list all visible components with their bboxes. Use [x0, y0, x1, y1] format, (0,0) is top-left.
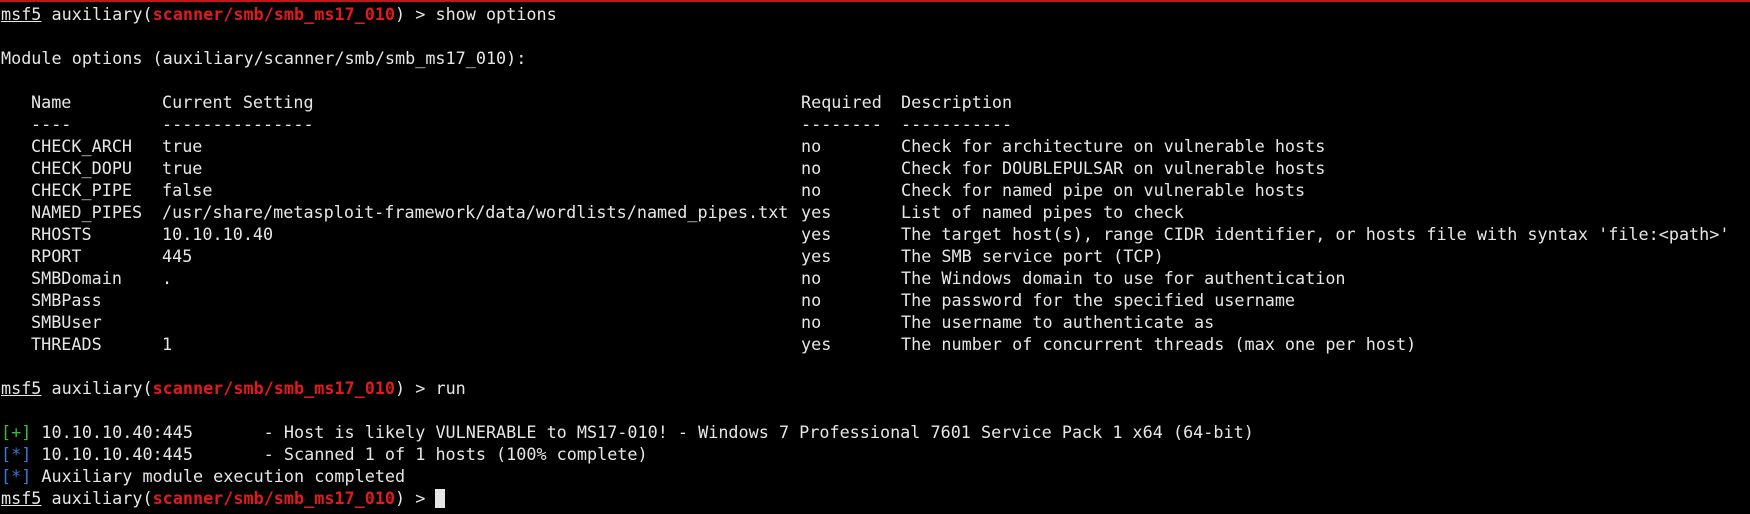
- text-cursor[interactable]: [435, 489, 446, 508]
- separator-required: --------: [801, 114, 882, 134]
- table-row: SMBUser no The username to authenticate …: [1, 311, 1750, 333]
- option-setting: true: [162, 158, 203, 178]
- option-description: Check for named pipe on vulnerable hosts: [901, 180, 1306, 200]
- option-setting: false: [162, 180, 213, 200]
- output-text: 10.10.10.40:445 - Host is likely VULNERA…: [31, 422, 1254, 442]
- option-required: yes: [801, 224, 832, 244]
- prompt-module-path: scanner/smb/smb_ms17_010: [152, 488, 396, 508]
- option-required: no: [801, 268, 822, 288]
- option-name: CHECK_PIPE: [31, 180, 133, 200]
- prompt-label: msf5: [1, 378, 42, 398]
- option-name: SMBDomain: [31, 268, 122, 288]
- table-row: CHECK_DOPU true no Check for DOUBLEPULSA…: [1, 157, 1750, 179]
- option-required: no: [801, 158, 822, 178]
- prompt-label: msf5: [1, 488, 42, 508]
- separator-current-setting: ---------------: [162, 114, 314, 134]
- option-name: CHECK_ARCH: [31, 136, 133, 156]
- option-description: List of named pipes to check: [901, 202, 1184, 222]
- command-text: run: [435, 378, 466, 398]
- table-row: THREADS 1 yes The number of concurrent t…: [1, 333, 1750, 355]
- prompt-line-show-options: msf5 auxiliary(scanner/smb/smb_ms17_010)…: [1, 3, 1750, 25]
- option-description: The password for the specified username: [901, 290, 1296, 310]
- option-name: SMBPass: [31, 290, 102, 310]
- option-description: The username to authenticate as: [901, 312, 1215, 332]
- option-description: Check for DOUBLEPULSAR on vulnerable hos…: [901, 158, 1326, 178]
- option-required: no: [801, 136, 822, 156]
- output-line-vulnerable: [+] 10.10.10.40:445 - Host is likely VUL…: [1, 421, 1750, 443]
- separator-name: ----: [31, 114, 72, 134]
- options-table-separator: ---- --------------- -------- ----------…: [1, 113, 1750, 135]
- option-required: yes: [801, 202, 832, 222]
- command-text: show options: [435, 4, 557, 24]
- module-options-heading: Module options (auxiliary/scanner/smb/sm…: [1, 48, 527, 68]
- option-setting: .: [162, 268, 173, 288]
- option-description: The Windows domain to use for authentica…: [901, 268, 1346, 288]
- header-name: Name: [31, 92, 72, 112]
- option-setting: 10.10.10.40: [162, 224, 274, 244]
- option-name: NAMED_PIPES: [31, 202, 143, 222]
- info-marker: [*]: [1, 444, 32, 464]
- prompt-label: msf5: [1, 4, 42, 24]
- option-required: yes: [801, 334, 832, 354]
- table-row: RHOSTS 10.10.10.40 yes The target host(s…: [1, 223, 1750, 245]
- option-required: no: [801, 180, 822, 200]
- success-marker: [+]: [1, 422, 32, 442]
- table-row: CHECK_PIPE false no Check for named pipe…: [1, 179, 1750, 201]
- prompt-context-prefix: auxiliary(: [41, 4, 153, 24]
- prompt-context-prefix: auxiliary(: [41, 378, 153, 398]
- option-name: RPORT: [31, 246, 82, 266]
- output-line-completed: [*] Auxiliary module execution completed: [1, 465, 1750, 487]
- header-required: Required: [801, 92, 882, 112]
- prompt-line-active: msf5 auxiliary(scanner/smb/smb_ms17_010)…: [1, 487, 1750, 509]
- option-setting: /usr/share/metasploit-framework/data/wor…: [162, 202, 789, 222]
- prompt-context-prefix: auxiliary(: [41, 488, 153, 508]
- window-top-border: [0, 0, 1750, 2]
- table-row: CHECK_ARCH true no Check for architectur…: [1, 135, 1750, 157]
- option-setting: true: [162, 136, 203, 156]
- output-line-scanned: [*] 10.10.10.40:445 - Scanned 1 of 1 hos…: [1, 443, 1750, 465]
- option-name: RHOSTS: [31, 224, 92, 244]
- table-row: SMBPass no The password for the specifie…: [1, 289, 1750, 311]
- terminal-output[interactable]: msf5 auxiliary(scanner/smb/smb_ms17_010)…: [1, 3, 1750, 509]
- prompt-context-suffix: ) >: [395, 4, 436, 24]
- options-table-header: Name Current Setting Required Descriptio…: [1, 91, 1750, 113]
- prompt-module-path: scanner/smb/smb_ms17_010: [152, 4, 396, 24]
- option-setting: 445: [162, 246, 193, 266]
- option-required: no: [801, 290, 822, 310]
- prompt-line-run: msf5 auxiliary(scanner/smb/smb_ms17_010)…: [1, 377, 1750, 399]
- table-row: NAMED_PIPES /usr/share/metasploit-framew…: [1, 201, 1750, 223]
- prompt-context-suffix: ) >: [395, 488, 436, 508]
- info-marker: [*]: [1, 466, 32, 486]
- separator-description: -----------: [901, 114, 1013, 134]
- option-setting: 1: [162, 334, 173, 354]
- output-text: 10.10.10.40:445 - Scanned 1 of 1 hosts (…: [31, 444, 648, 464]
- option-description: The number of concurrent threads (max on…: [901, 334, 1417, 354]
- table-row: RPORT 445 yes The SMB service port (TCP): [1, 245, 1750, 267]
- header-current-setting: Current Setting: [162, 92, 314, 112]
- option-description: The SMB service port (TCP): [901, 246, 1164, 266]
- option-name: CHECK_DOPU: [31, 158, 133, 178]
- option-name: THREADS: [31, 334, 102, 354]
- option-name: SMBUser: [31, 312, 102, 332]
- option-required: yes: [801, 246, 832, 266]
- option-description: The target host(s), range CIDR identifie…: [901, 224, 1730, 244]
- table-row: SMBDomain . no The Windows domain to use…: [1, 267, 1750, 289]
- header-description: Description: [901, 92, 1013, 112]
- output-text: Auxiliary module execution completed: [31, 466, 406, 486]
- prompt-module-path: scanner/smb/smb_ms17_010: [152, 378, 396, 398]
- option-required: no: [801, 312, 822, 332]
- prompt-context-suffix: ) >: [395, 378, 436, 398]
- option-description: Check for architecture on vulnerable hos…: [901, 136, 1326, 156]
